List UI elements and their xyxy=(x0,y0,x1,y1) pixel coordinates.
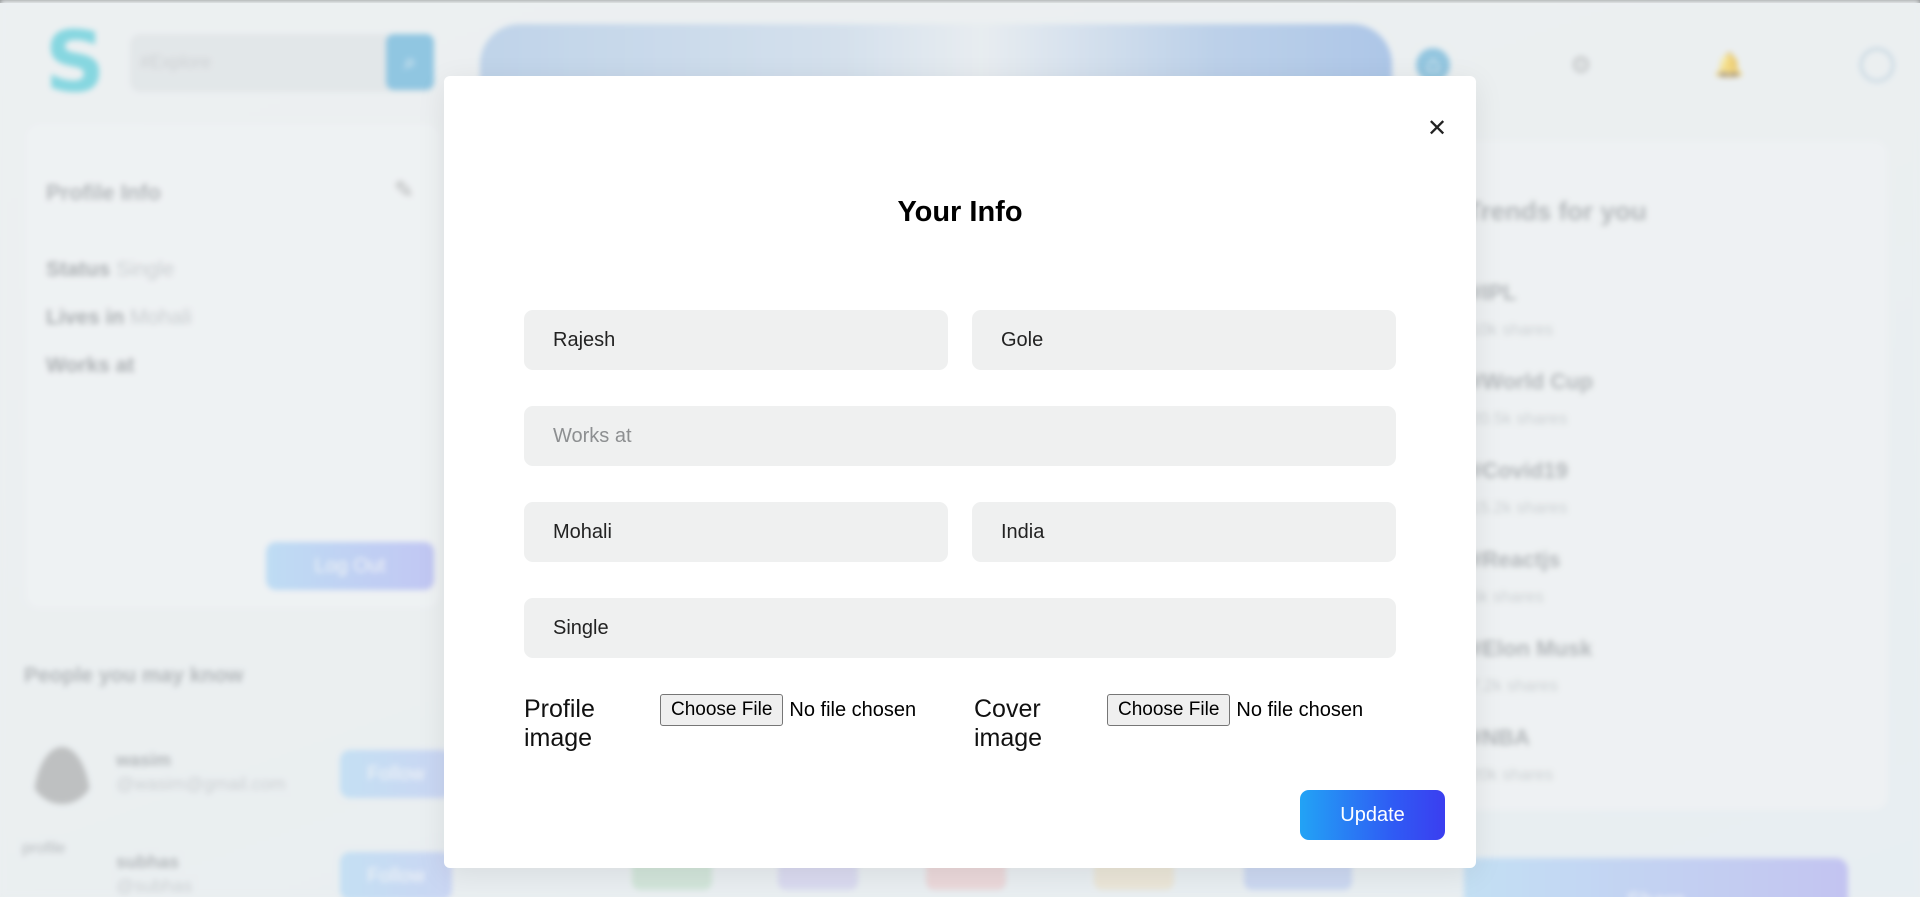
cover-image-label-line2: image xyxy=(974,724,1043,752)
profile-image-file-status: No file chosen xyxy=(789,698,917,721)
lives-in-field[interactable] xyxy=(524,502,948,562)
profile-image-label-line2: image xyxy=(524,724,593,752)
first-name-field[interactable] xyxy=(524,310,948,370)
profile-image-label-line1: Profile xyxy=(524,695,595,723)
cover-image-file-status: No file chosen xyxy=(1236,698,1364,721)
your-info-modal xyxy=(444,76,1476,868)
cover-image-file-input[interactable]: Choose File No file chosen xyxy=(1107,694,1363,726)
update-button[interactable]: Update xyxy=(1300,790,1445,840)
modal-title: Your Info xyxy=(897,196,1023,228)
profile-image-label: Profile image xyxy=(524,695,595,753)
country-field[interactable] xyxy=(972,502,1396,562)
cover-image-choose-file-button[interactable]: Choose File xyxy=(1107,694,1231,726)
cover-image-label-line1: Cover xyxy=(974,695,1041,723)
profile-image-file-input[interactable]: Choose File No file chosen xyxy=(660,694,916,726)
last-name-field[interactable] xyxy=(972,310,1396,370)
close-icon[interactable]: ✕ xyxy=(1414,112,1460,144)
profile-image-choose-file-button[interactable]: Choose File xyxy=(660,694,784,726)
cover-image-label: Cover image xyxy=(974,695,1042,753)
relationship-status-field[interactable] xyxy=(524,598,1396,658)
works-at-field[interactable] xyxy=(524,406,1396,466)
